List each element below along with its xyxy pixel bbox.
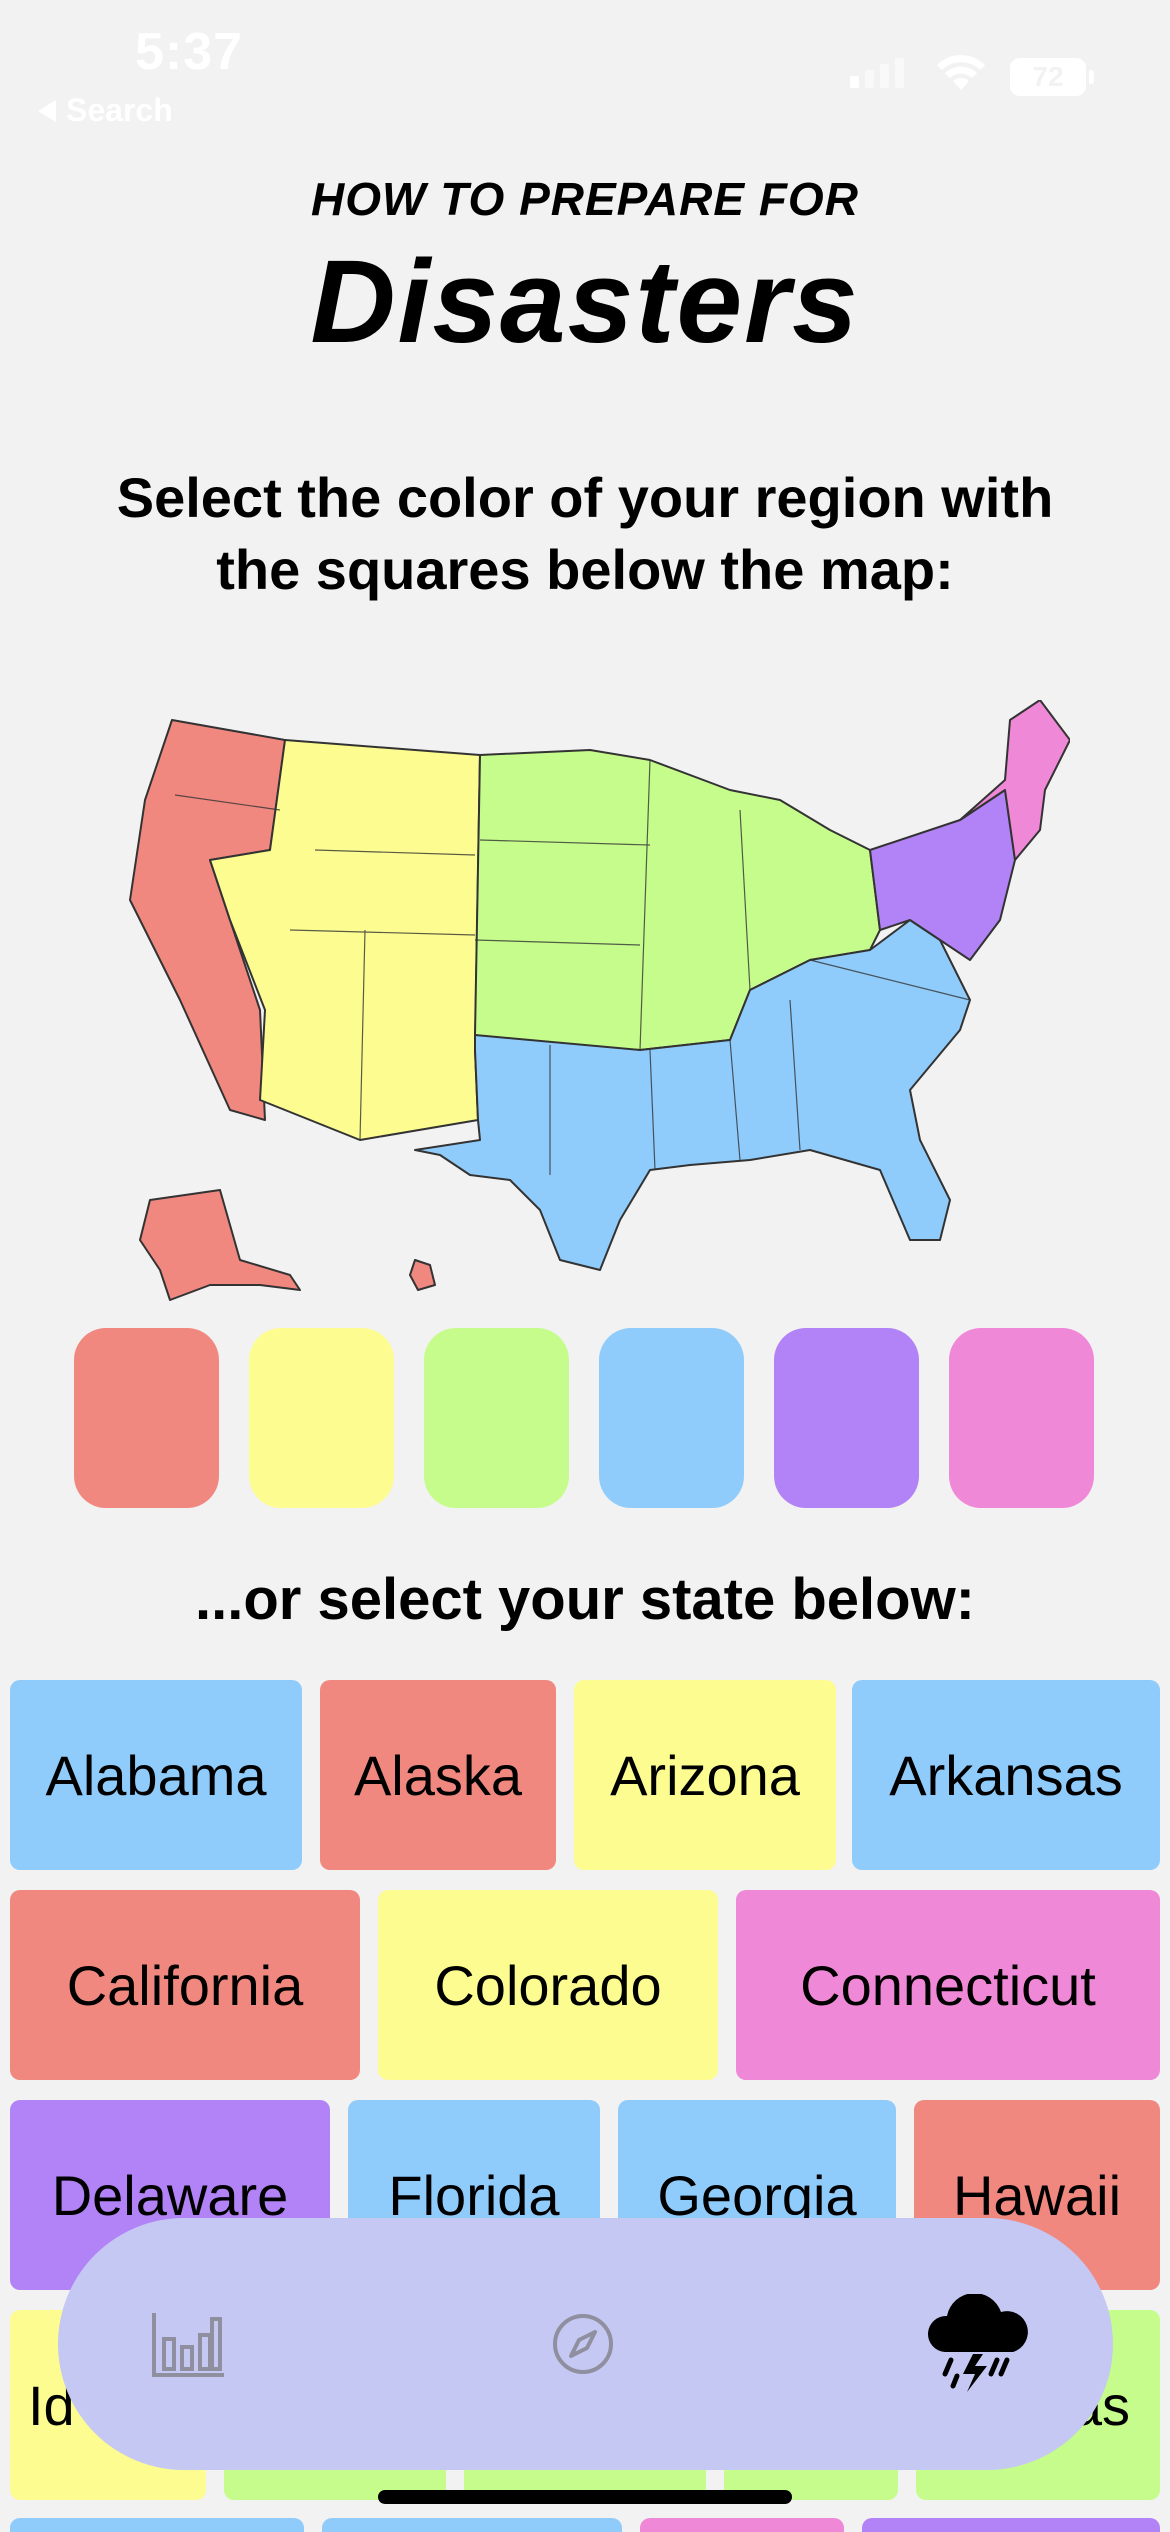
state-select-heading: ...or select your state below: <box>195 1567 975 1632</box>
state-button-connecticut[interactable]: Connecticut <box>736 1890 1160 2080</box>
state-button-row-partial[interactable] <box>640 2518 844 2532</box>
battery-icon: 72 <box>1010 58 1086 96</box>
back-label: Search <box>66 92 173 128</box>
us-regions-map <box>129 700 1070 1301</box>
state-button-row-partial[interactable] <box>322 2518 622 2532</box>
map-region-alaska[interactable] <box>139 1189 301 1301</box>
bar-chart-icon <box>152 2313 224 2377</box>
instructions-text: Select the color of your region with the… <box>116 466 1054 601</box>
page-kicker: HOW TO PREPARE FOR <box>311 173 859 225</box>
storm-cloud-icon <box>927 2294 1028 2392</box>
region-square-row <box>74 1328 1096 1508</box>
status-bar: 5:37 Search 72 <box>0 0 1170 140</box>
tab-disasters[interactable] <box>878 2218 1078 2470</box>
tab-explore[interactable] <box>483 2218 683 2470</box>
region-square-new-england[interactable] <box>949 1328 1094 1508</box>
state-button-colorado[interactable]: Colorado <box>378 1890 718 2080</box>
back-to-search-button[interactable]: Search <box>38 92 173 129</box>
cellular-signal-icon <box>850 58 904 88</box>
region-square-midwest[interactable] <box>424 1328 569 1508</box>
region-square-west[interactable] <box>74 1328 219 1508</box>
state-button-arkansas[interactable]: Arkansas <box>852 1680 1160 1870</box>
tab-bar <box>58 2218 1113 2470</box>
compass-icon <box>553 2314 613 2374</box>
wifi-icon <box>937 55 985 90</box>
state-button-alaska[interactable]: Alaska <box>320 1680 556 1870</box>
state-button-alabama[interactable]: Alabama <box>10 1680 302 1870</box>
back-chevron-icon <box>38 99 56 122</box>
status-time: 5:37 <box>135 23 244 81</box>
state-button-row-partial[interactable] <box>862 2518 1160 2532</box>
tab-statistics[interactable] <box>88 2218 288 2470</box>
state-button-row-partial[interactable] <box>10 2518 304 2532</box>
state-button-arizona[interactable]: Arizona <box>574 1680 836 1870</box>
state-button-california[interactable]: California <box>10 1890 360 2080</box>
region-square-mountain[interactable] <box>249 1328 394 1508</box>
home-indicator <box>378 2490 792 2504</box>
battery-nub <box>1089 70 1094 84</box>
map-region-hawaii[interactable] <box>409 1259 436 1291</box>
region-square-south[interactable] <box>599 1328 744 1508</box>
region-square-mid-atlantic[interactable] <box>774 1328 919 1508</box>
page-title: Disasters <box>310 236 860 368</box>
